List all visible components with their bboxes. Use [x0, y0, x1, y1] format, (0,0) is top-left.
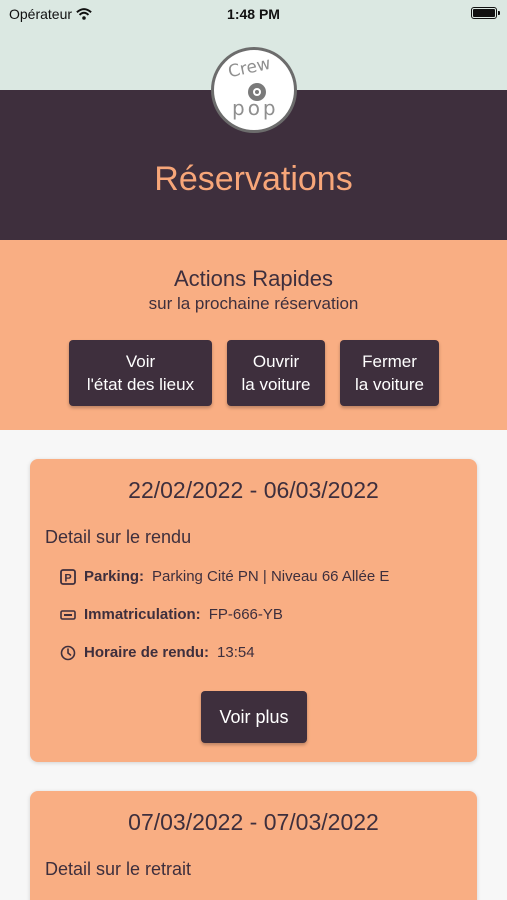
open-car-button[interactable]: Ouvrir la voiture — [227, 340, 325, 406]
button-line-1: Fermer — [362, 352, 417, 371]
app-logo: Crew pop — [211, 47, 297, 133]
view-more-button[interactable]: Voir plus — [201, 691, 307, 743]
battery-icon — [471, 7, 500, 19]
wheel-icon — [247, 82, 267, 102]
clock-icon — [60, 645, 76, 661]
plate-value: FP-666-YB — [208, 606, 283, 623]
parking-row: P Parking: Parking Cité PN | Niveau 66 A… — [60, 568, 389, 585]
reservation-dates: 07/03/2022 - 07/03/2022 — [128, 809, 379, 835]
button-line-2: la voiture — [355, 375, 424, 394]
plate-label: Immatriculation: — [84, 606, 201, 623]
svg-text:P: P — [64, 572, 71, 584]
quick-actions-subtitle: sur la prochaine réservation — [148, 294, 359, 313]
lock-car-button[interactable]: Fermer la voiture — [340, 340, 439, 406]
button-line-2: la voiture — [241, 375, 311, 394]
logo-top-text: Crew — [226, 53, 273, 83]
page-title: Réservations — [154, 160, 353, 198]
time-value: 13:54 — [217, 644, 255, 661]
reservation-card[interactable]: 22/02/2022 - 06/03/2022 Detail sur le re… — [30, 459, 477, 762]
status-time: 1:48 PM — [227, 6, 280, 22]
reservation-card[interactable]: 07/03/2022 - 07/03/2022 Detail sur le re… — [30, 791, 477, 900]
parking-value: Parking Cité PN | Niveau 66 Allée E — [152, 568, 390, 585]
reservation-dates: 22/02/2022 - 06/03/2022 — [128, 477, 379, 503]
quick-actions-title: Actions Rapides — [174, 266, 333, 291]
detail-title: Detail sur le rendu — [45, 527, 192, 547]
detail-title: Detail sur le retrait — [45, 859, 192, 879]
time-label: Horaire de rendu: — [84, 644, 210, 661]
license-plate-icon — [60, 607, 76, 623]
time-row: Horaire de rendu: 13:54 — [60, 644, 255, 661]
button-line-1: Ouvrir — [252, 352, 300, 371]
plate-row: Immatriculation: FP-666-YB — [60, 606, 283, 623]
view-inspection-button[interactable]: Voir l'état des lieux — [69, 340, 212, 406]
button-line-2: l'état des lieux — [86, 375, 195, 394]
parking-label: Parking: — [84, 568, 145, 585]
button-line-1: Voir — [125, 352, 156, 371]
parking-icon: P — [60, 568, 76, 585]
